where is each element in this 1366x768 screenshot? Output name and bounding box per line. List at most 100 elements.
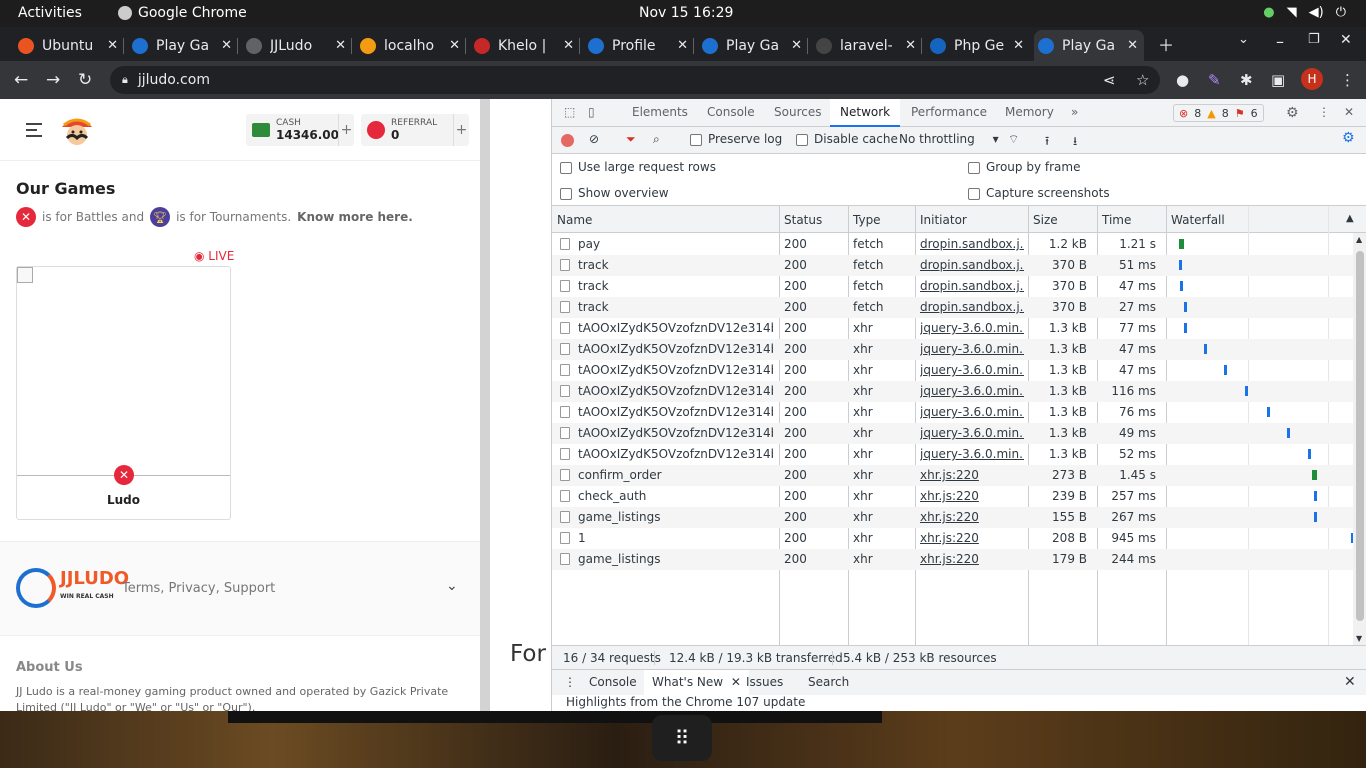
request-initiator[interactable]: xhr.js:220 <box>920 510 1024 524</box>
footer-links[interactable]: Terms, Privacy, Support <box>122 581 275 596</box>
table-row[interactable]: tAOOxIZydK5OVzofznDV12e314b... 200 xhr jque… <box>552 339 1366 360</box>
column-waterfall[interactable]: Waterfall <box>1171 213 1225 227</box>
profile-avatar[interactable]: H <box>1301 68 1323 90</box>
add-referral-button[interactable]: + <box>453 114 469 146</box>
request-initiator[interactable]: jquery-3.6.0.min.... <box>920 405 1024 419</box>
close-tab-icon[interactable]: ✕ <box>563 38 574 53</box>
back-icon[interactable]: ← <box>14 70 28 90</box>
table-row[interactable]: pay 200 fetch dropin.sandbox.j... 1.2 kB 1.21… <box>552 234 1366 255</box>
browser-tab[interactable]: Play Ga ✕ <box>698 30 808 61</box>
puzzle-icon[interactable]: ✱ <box>1240 71 1253 89</box>
table-row[interactable]: game_listings 200 xhr xhr.js:220 179 B 244 ms <box>552 549 1366 570</box>
chevron-down-icon[interactable]: ⌄ <box>446 578 458 594</box>
close-drawer-icon[interactable]: ✕ <box>1344 674 1356 690</box>
capture-screenshots-checkbox[interactable]: Capture screenshots <box>968 186 1110 200</box>
close-tab-icon[interactable]: ✕ <box>335 38 346 53</box>
know-more-link[interactable]: Know more here. <box>297 210 413 224</box>
request-initiator[interactable]: dropin.sandbox.j... <box>920 300 1024 314</box>
table-row[interactable]: tAOOxIZydK5OVzofznDV12e314b... 200 xhr jque… <box>552 360 1366 381</box>
drawer-tab-whats-new[interactable]: What's New ✕ <box>644 670 749 696</box>
close-devtools-icon[interactable]: ✕ <box>1344 105 1354 119</box>
request-initiator[interactable]: jquery-3.6.0.min.... <box>920 342 1024 356</box>
app-menu[interactable]: Google Chrome <box>118 5 247 21</box>
close-tab-icon[interactable]: ✕ <box>1127 38 1138 53</box>
table-row[interactable]: 1 200 xhr xhr.js:220 208 B 945 ms <box>552 528 1366 549</box>
device-toolbar-icon[interactable]: ▯ <box>588 105 595 119</box>
inspect-icon[interactable]: ⬚ <box>564 105 575 119</box>
network-settings-icon[interactable]: ⚙ <box>1342 130 1355 146</box>
column-type[interactable]: Type <box>853 213 881 227</box>
browser-tab-active[interactable]: Play Ga ✕ <box>1034 30 1144 61</box>
disable-cache-checkbox[interactable]: Disable cache <box>796 132 898 146</box>
maximize-icon[interactable]: ❐ <box>1308 32 1320 47</box>
reload-icon[interactable]: ↻ <box>78 70 92 90</box>
sort-up-icon[interactable]: ▲ <box>1346 213 1354 224</box>
activities-button[interactable]: Activities <box>18 5 82 21</box>
request-initiator[interactable]: xhr.js:220 <box>920 489 1024 503</box>
system-tray[interactable]: ● ◥ ◀) ⏻ <box>1263 5 1346 20</box>
browser-tab[interactable]: Ubuntu ✕ <box>14 30 124 61</box>
request-initiator[interactable]: dropin.sandbox.j... <box>920 258 1024 272</box>
close-tab-icon[interactable]: ✕ <box>107 38 118 53</box>
request-initiator[interactable]: xhr.js:220 <box>920 531 1024 545</box>
drawer-menu-icon[interactable]: ⋮ <box>564 675 576 689</box>
tab-elements[interactable]: Elements <box>632 105 688 119</box>
request-initiator[interactable]: dropin.sandbox.j... <box>920 237 1024 251</box>
cash-wallet[interactable]: CASH 14346.00 + <box>246 114 354 146</box>
preserve-log-checkbox[interactable]: Preserve log <box>690 132 782 146</box>
large-rows-checkbox[interactable]: Use large request rows <box>560 160 716 174</box>
tab-memory[interactable]: Memory <box>1005 105 1054 119</box>
column-initiator[interactable]: Initiator <box>920 213 967 227</box>
table-row[interactable]: track 200 fetch dropin.sandbox.j... 370 B 47 … <box>552 276 1366 297</box>
show-applications-icon[interactable]: ⠿ <box>652 715 712 761</box>
browser-tab[interactable]: Php Ge ✕ <box>926 30 1030 61</box>
show-overview-checkbox[interactable]: Show overview <box>560 186 669 200</box>
request-initiator[interactable]: jquery-3.6.0.min.... <box>920 384 1024 398</box>
table-row[interactable]: track 200 fetch dropin.sandbox.j... 370 B 27 … <box>552 297 1366 318</box>
search-icon[interactable]: ⌕ <box>653 132 660 147</box>
tab-network[interactable]: Network <box>830 99 901 127</box>
column-time[interactable]: Time <box>1102 213 1131 227</box>
tab-sources[interactable]: Sources <box>774 105 821 119</box>
clear-icon[interactable]: ⊘ <box>589 132 599 146</box>
table-row[interactable]: game_listings 200 xhr xhr.js:220 155 B 267 ms <box>552 507 1366 528</box>
tab-performance[interactable]: Performance <box>911 105 987 119</box>
scroll-up-icon[interactable]: ▲ <box>1356 235 1362 244</box>
table-row[interactable]: tAOOxIZydK5OVzofznDV12e314b... 200 xhr jque… <box>552 381 1366 402</box>
forward-icon[interactable]: → <box>46 70 60 90</box>
close-tab-icon[interactable]: ✕ <box>905 38 916 53</box>
column-name[interactable]: Name <box>557 213 592 227</box>
close-tab-icon[interactable]: ✕ <box>791 38 802 53</box>
request-initiator[interactable]: jquery-3.6.0.min.... <box>920 426 1024 440</box>
extension-icon[interactable]: ● <box>1176 71 1189 89</box>
menu-icon[interactable]: ⋮ <box>1340 71 1355 89</box>
close-tab-icon[interactable]: ✕ <box>449 38 460 53</box>
bookmark-star-icon[interactable]: ☆ <box>1136 71 1149 89</box>
game-card-ludo[interactable]: ✕ Ludo <box>16 266 231 520</box>
close-tab-icon[interactable]: ✕ <box>221 38 232 53</box>
hamburger-icon[interactable] <box>26 123 42 141</box>
table-row[interactable]: confirm_order 200 xhr xhr.js:220 273 B 1.45 s <box>552 465 1366 486</box>
browser-tab[interactable]: Profile ✕ <box>584 30 694 61</box>
browser-tab[interactable]: laravel- ✕ <box>812 30 922 61</box>
network-conditions-icon[interactable]: ⌔ <box>1008 132 1019 147</box>
more-tabs-icon[interactable]: » <box>1071 105 1078 119</box>
table-row[interactable]: tAOOxIZydK5OVzofznDV12e314b... 200 xhr jque… <box>552 318 1366 339</box>
close-tab-icon[interactable]: ✕ <box>1013 38 1024 53</box>
add-cash-button[interactable]: + <box>338 114 354 146</box>
table-row[interactable]: tAOOxIZydK5OVzofznDV12e314b... 200 xhr jque… <box>552 444 1366 465</box>
export-har-icon[interactable]: ⭳ <box>1073 132 1077 153</box>
browser-tab[interactable]: localho ✕ <box>356 30 466 61</box>
close-drawer-tab-icon[interactable]: ✕ <box>731 675 741 689</box>
column-status[interactable]: Status <box>784 213 822 227</box>
share-icon[interactable]: ⋖ <box>1103 71 1116 89</box>
close-window-icon[interactable]: ✕ <box>1340 32 1352 48</box>
table-row[interactable]: track 200 fetch dropin.sandbox.j... 370 B 51 … <box>552 255 1366 276</box>
devtools-counters[interactable]: ⊗ 8 ▲ 8 ⚑ 6 <box>1173 104 1264 122</box>
request-initiator[interactable]: jquery-3.6.0.min.... <box>920 321 1024 335</box>
mascot-logo-icon[interactable] <box>58 111 96 149</box>
tab-console[interactable]: Console <box>707 105 755 119</box>
browser-tab[interactable]: JJLudo ✕ <box>242 30 352 61</box>
omnibox[interactable]: 🔒︎ jjludo.com <box>110 66 1160 94</box>
column-size[interactable]: Size <box>1033 213 1058 227</box>
